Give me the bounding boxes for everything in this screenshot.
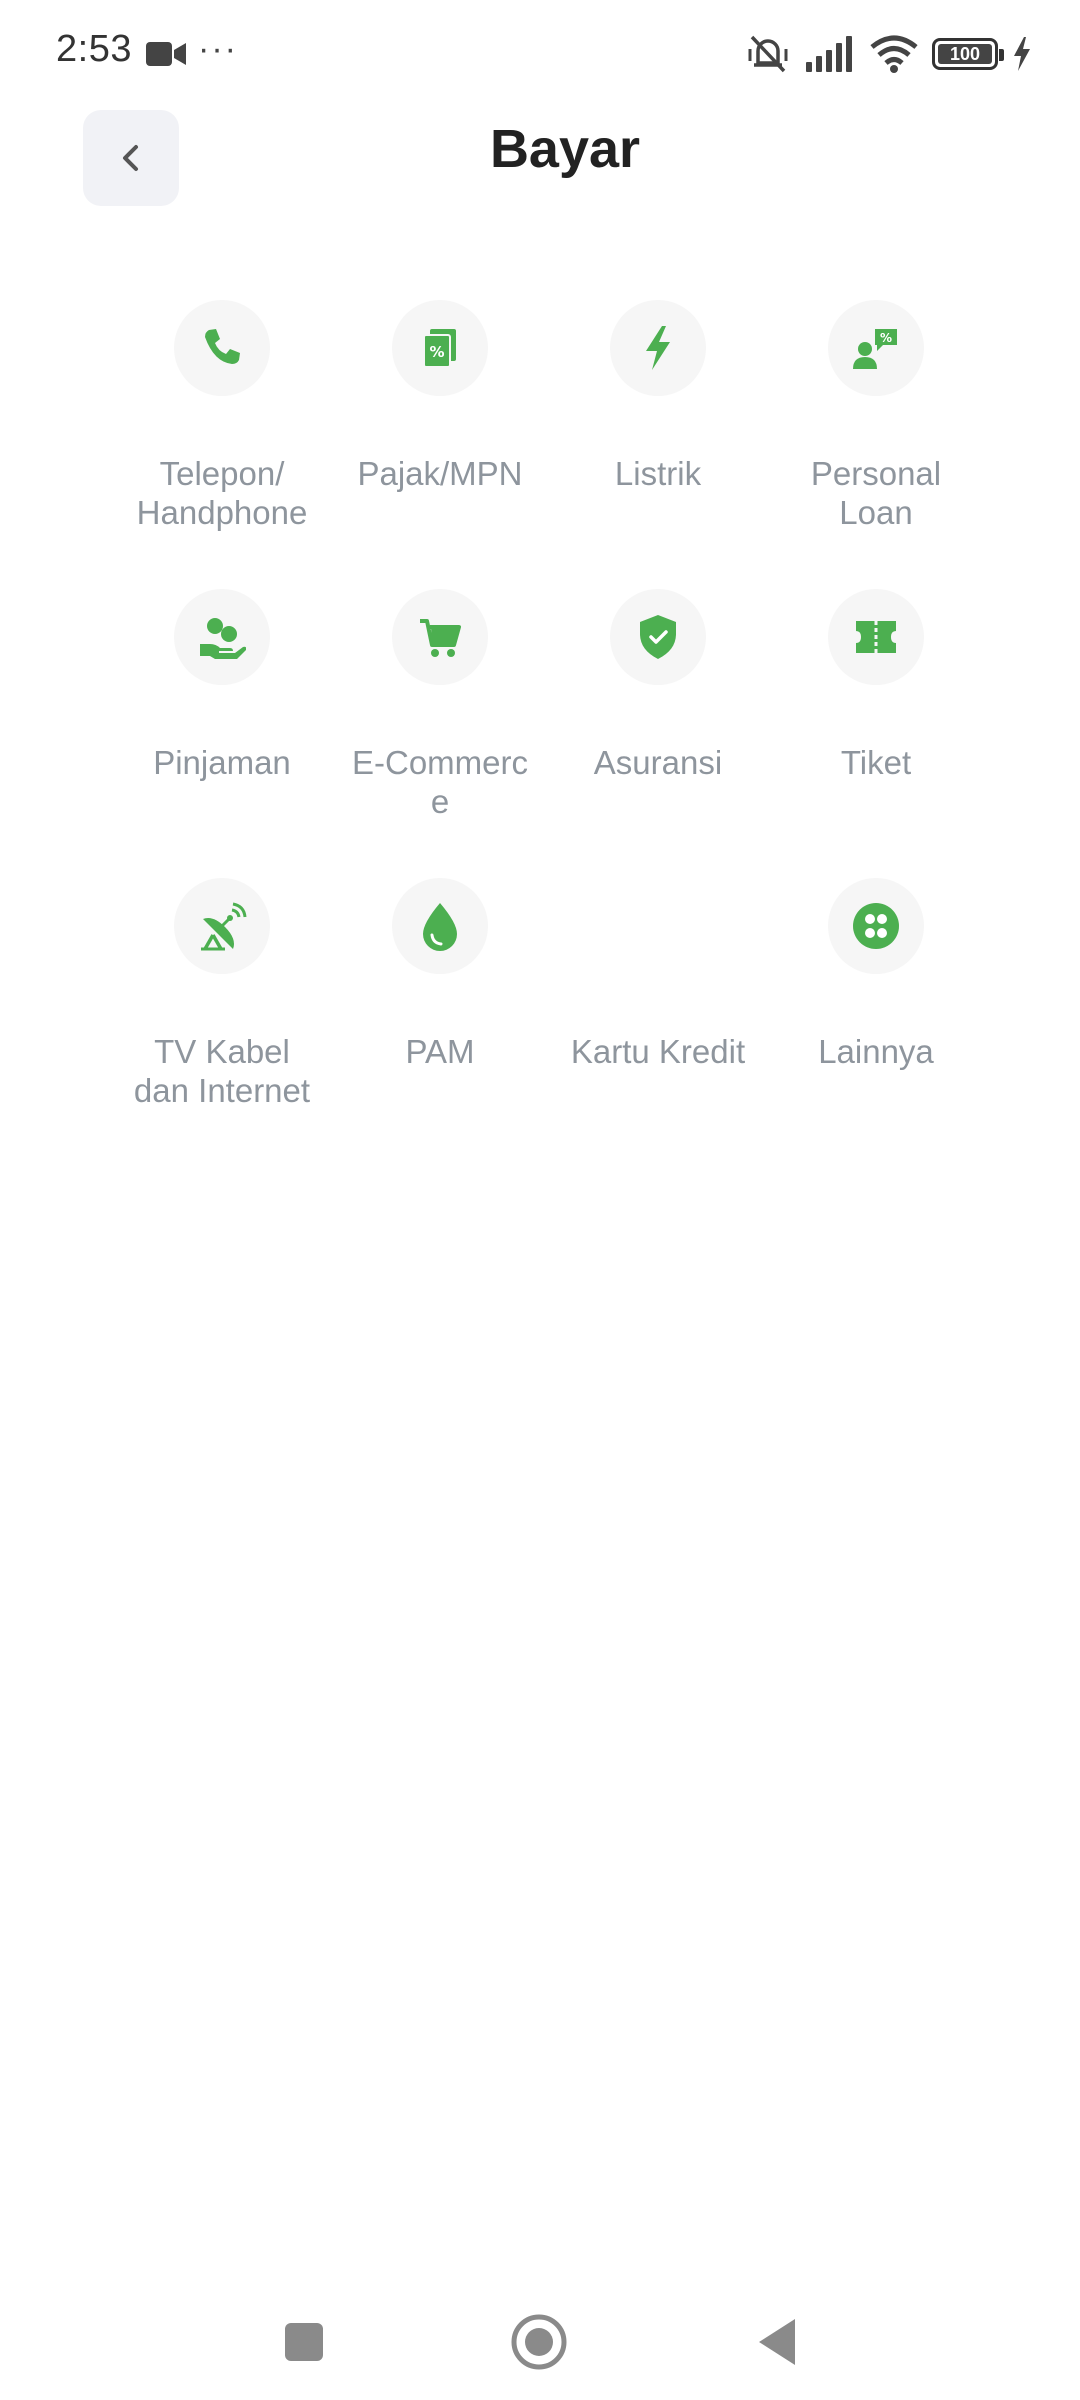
charging-icon xyxy=(1014,37,1030,71)
menu-item-asuransi[interactable]: Asuransi xyxy=(549,589,767,878)
menu-item-pam[interactable]: PAM xyxy=(331,878,549,1167)
satellite-dish-icon xyxy=(201,902,247,951)
menu-item-label: Asuransi xyxy=(593,744,723,781)
svg-text:%: % xyxy=(880,331,892,345)
home-button[interactable] xyxy=(507,2310,571,2374)
menu-item-label: Kartu Kredit xyxy=(570,1033,746,1070)
menu-item-lainnya[interactable]: Lainnya xyxy=(767,878,985,1167)
page-title: Bayar xyxy=(489,119,641,179)
status-icons: 100 xyxy=(744,30,1032,78)
mute-vibrate-icon xyxy=(748,35,788,73)
menu-item-kartu-kredit[interactable]: Kartu Kredit xyxy=(549,878,767,1167)
recent-apps-icon xyxy=(285,2323,323,2361)
phone-icon xyxy=(205,329,240,364)
menu-item-label: Pajak/MPN xyxy=(357,455,523,492)
menu-item-label: Pinjaman xyxy=(153,744,291,781)
personal-loan-icon: % xyxy=(853,329,897,369)
menu-item-label: Personal Loan xyxy=(810,455,942,531)
back-nav-button[interactable] xyxy=(745,2310,809,2374)
menu-item-telepon[interactable]: Telepon/ Handphone xyxy=(113,300,331,589)
battery-level: 100 xyxy=(949,43,981,64)
status-bar: 2:53 ··· 100 xyxy=(0,0,1080,110)
menu-item-label: Listrik xyxy=(614,455,702,492)
menu-item-label: TV Kabel dan Internet xyxy=(133,1033,311,1109)
menu-item-tv-kabel[interactable]: TV Kabel dan Internet xyxy=(113,878,331,1167)
menu-item-listrik[interactable]: Listrik xyxy=(549,300,767,589)
lightning-icon xyxy=(646,326,670,370)
menu-item-label: PAM xyxy=(405,1033,475,1070)
cart-icon xyxy=(420,619,461,657)
ticket-icon xyxy=(856,621,896,653)
video-camera-icon xyxy=(146,42,186,66)
menu-item-label: Tiket xyxy=(840,744,912,781)
more-dots-icon: ··· xyxy=(198,30,238,68)
menu-item-pinjaman[interactable]: Pinjaman xyxy=(113,589,331,878)
back-triangle-icon xyxy=(759,2319,795,2365)
water-drop-icon xyxy=(423,903,457,951)
shield-check-icon xyxy=(640,615,676,659)
recent-apps-button[interactable] xyxy=(272,2310,336,2374)
system-nav-bar xyxy=(0,2300,1080,2380)
menu-item-personal-loan[interactable]: % Personal Loan xyxy=(767,300,985,589)
wifi-icon xyxy=(870,35,918,73)
loan-hand-icon xyxy=(200,618,246,659)
menu-item-ecommerce[interactable]: E-Commerce xyxy=(331,589,549,878)
menu-item-label: Telepon/ Handphone xyxy=(136,455,308,531)
battery-icon: 100 xyxy=(932,38,1004,70)
credit-card-icon xyxy=(610,878,706,974)
menu-item-pajak[interactable]: % Pajak/MPN xyxy=(331,300,549,589)
menu-item-label: E-Commerce xyxy=(351,744,528,820)
home-icon xyxy=(511,2314,567,2370)
signal-icon xyxy=(806,36,852,72)
svg-text:%: % xyxy=(429,343,444,361)
more-options-icon xyxy=(853,903,899,949)
payment-menu-grid: Telepon/ Handphone % Pajak/MPN Listrik % xyxy=(113,300,993,1167)
menu-item-label: Lainnya xyxy=(818,1033,934,1070)
menu-item-tiket[interactable]: Tiket xyxy=(767,589,985,878)
tax-receipt-icon: % xyxy=(423,329,456,368)
status-time: 2:53 xyxy=(56,28,132,70)
